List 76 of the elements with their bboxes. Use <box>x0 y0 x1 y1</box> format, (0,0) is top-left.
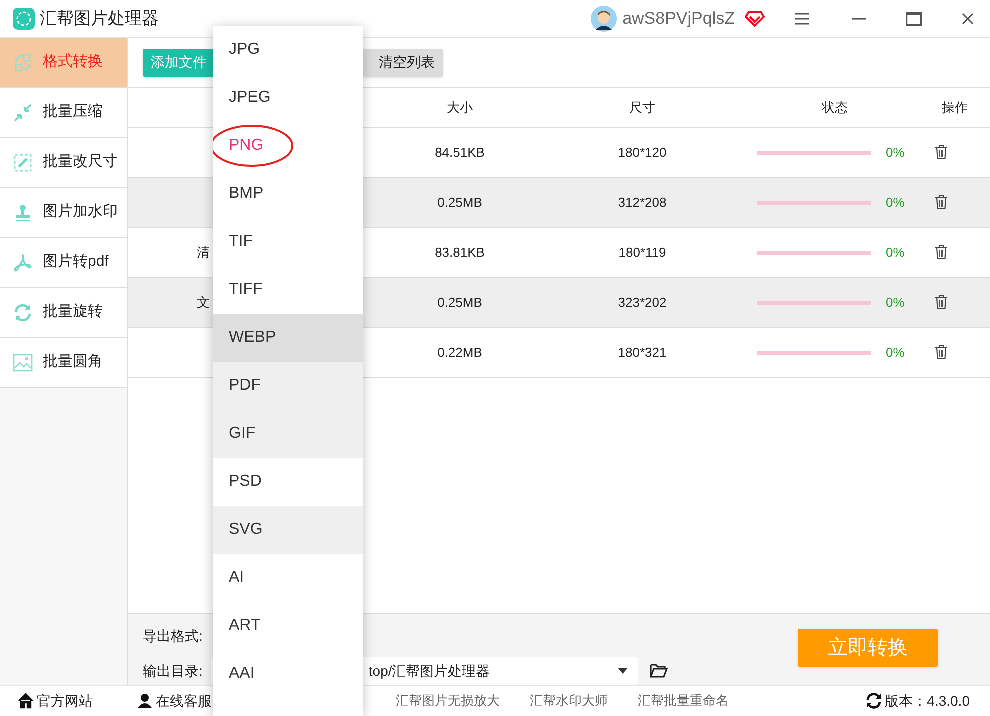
format-option[interactable]: TIFF <box>213 266 363 314</box>
footer-link[interactable]: 在线客服 <box>137 690 212 712</box>
window-title: 汇帮图片处理器 <box>40 8 159 30</box>
format-option[interactable]: JPG <box>213 26 363 74</box>
column-header: 尺寸 <box>630 98 656 117</box>
delete-icon[interactable] <box>935 345 948 360</box>
file-size: 84.51KB <box>435 144 485 162</box>
app-logo-icon <box>13 8 35 30</box>
column-header: 大小 <box>447 98 473 117</box>
menu-icon <box>795 12 809 24</box>
product-link[interactable]: 汇帮图片无损放大 <box>396 691 500 711</box>
product-link[interactable]: 汇帮水印大师 <box>530 691 608 711</box>
username[interactable]: awS8PVjPqlsZ <box>622 6 735 32</box>
maximize-icon <box>906 12 922 26</box>
compress-icon <box>13 102 33 122</box>
format-option[interactable]: AI <box>213 554 363 602</box>
resize-icon <box>13 152 33 172</box>
format-option[interactable]: PNG <box>213 122 363 170</box>
format-option[interactable]: SVG <box>213 506 363 554</box>
convert-icon <box>13 52 33 72</box>
sidebar-item[interactable]: 批量压缩 <box>0 88 127 138</box>
clear-list-button[interactable]: 清空列表 <box>363 48 443 76</box>
progress-percent: 0% <box>886 294 905 312</box>
field-label: 导出格式: <box>143 626 203 646</box>
image-dimensions: 180*119 <box>618 244 666 262</box>
format-option[interactable]: AAI <box>213 650 363 698</box>
progress-percent: 0% <box>886 244 905 262</box>
delete-icon[interactable] <box>935 195 948 210</box>
image-dimensions: 323*202 <box>618 294 667 312</box>
sidebar-item[interactable]: 批量圆角 <box>0 338 127 388</box>
image-dimensions: 180*120 <box>618 144 667 162</box>
format-option[interactable]: ART <box>213 602 363 650</box>
pdf-icon <box>13 252 33 272</box>
file-size: 0.22MB <box>438 344 482 362</box>
stamp-icon <box>13 202 33 222</box>
file-name: 文 <box>197 294 210 312</box>
sync-icon <box>866 693 882 709</box>
progress-percent: 0% <box>886 144 905 162</box>
delete-icon[interactable] <box>935 145 948 160</box>
image-icon <box>13 352 33 372</box>
format-option[interactable]: PDF <box>213 362 363 410</box>
column-header: 状态 <box>822 98 848 117</box>
file-size: 0.25MB <box>438 194 482 212</box>
field-label: 输出目录: <box>143 662 203 680</box>
delete-icon[interactable] <box>935 295 948 310</box>
sidebar-item[interactable]: 批量改尺寸 <box>0 138 127 188</box>
home-icon <box>18 693 34 709</box>
sidebar-item[interactable]: 图片加水印 <box>0 188 127 238</box>
delete-icon[interactable] <box>935 245 948 260</box>
format-option[interactable]: PSD <box>213 458 363 506</box>
format-option[interactable]: WEBP <box>213 314 363 362</box>
format-option[interactable]: GIF <box>213 410 363 458</box>
column-header: 操作 <box>942 98 968 117</box>
footer-link[interactable]: 官方网站 <box>18 690 93 712</box>
product-link[interactable]: 汇帮批量重命名 <box>638 691 729 711</box>
avatar-icon <box>590 6 617 32</box>
format-option[interactable]: JPEG <box>213 74 363 122</box>
folder-icon[interactable] <box>650 664 668 678</box>
sidebar-item[interactable]: 批量旋转 <box>0 288 127 338</box>
diamond-icon <box>745 10 765 28</box>
progress-percent: 0% <box>886 344 905 362</box>
file-size: 0.25MB <box>438 294 482 312</box>
minimize-icon <box>852 18 866 20</box>
sidebar-item[interactable]: 图片转pdf <box>0 238 127 288</box>
close-icon <box>962 12 974 24</box>
image-dimensions: 180*321 <box>618 344 667 362</box>
version-label: 版本：4.3.0.0 <box>885 692 970 710</box>
format-option[interactable]: TIF <box>213 218 363 266</box>
file-size: 83.81KB <box>435 244 485 262</box>
image-dimensions: 312*208 <box>618 194 667 212</box>
progress-percent: 0% <box>886 194 905 212</box>
format-option[interactable]: BMP <box>213 170 363 218</box>
file-name: 清 <box>197 244 210 262</box>
caret-icon <box>618 668 628 674</box>
person-icon <box>137 693 153 709</box>
rotate-icon <box>13 302 33 322</box>
